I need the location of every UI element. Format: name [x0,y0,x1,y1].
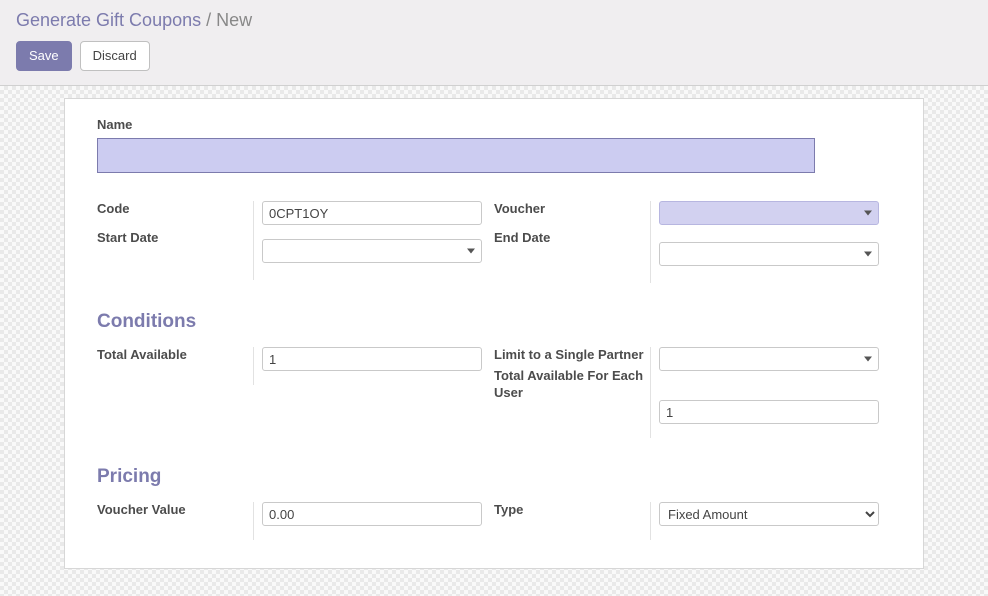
action-buttons: Save Discard [16,41,972,71]
pricing-heading: Pricing [97,466,891,488]
start-date-select[interactable] [262,239,482,263]
chevron-down-icon [864,252,872,257]
type-label: Type [494,502,523,517]
breadcrumb-separator: / [206,10,211,30]
conditions-heading: Conditions [97,311,891,333]
voucher-label: Voucher [494,201,545,216]
start-date-label: Start Date [97,230,158,245]
voucher-value-input[interactable] [262,502,482,526]
total-available-label: Total Available [97,347,187,362]
voucher-select[interactable] [659,201,879,225]
control-panel: Generate Gift Coupons / New Save Discard [0,0,988,86]
save-button[interactable]: Save [16,41,72,71]
chevron-down-icon [864,211,872,216]
voucher-value-label: Voucher Value [97,502,186,517]
breadcrumb: Generate Gift Coupons / New [16,10,972,31]
code-label: Code [97,201,130,216]
total-available-input[interactable] [262,347,482,371]
total-each-user-input[interactable] [659,400,879,424]
form-background: Name Code Start Date [0,86,988,596]
chevron-down-icon [864,357,872,362]
end-date-select[interactable] [659,242,879,266]
code-input[interactable] [262,201,482,225]
limit-partner-select[interactable] [659,347,879,371]
total-each-user-label: Total Available For Each User [494,368,643,400]
type-select[interactable]: Fixed Amount [659,502,879,526]
limit-partner-label: Limit to a Single Partner [494,347,644,362]
discard-button[interactable]: Discard [80,41,150,71]
breadcrumb-root[interactable]: Generate Gift Coupons [16,10,201,30]
chevron-down-icon [467,249,475,254]
breadcrumb-current: New [216,10,252,30]
name-label: Name [97,117,891,132]
name-input[interactable] [97,138,815,173]
end-date-label: End Date [494,230,550,245]
form-sheet: Name Code Start Date [64,98,924,569]
